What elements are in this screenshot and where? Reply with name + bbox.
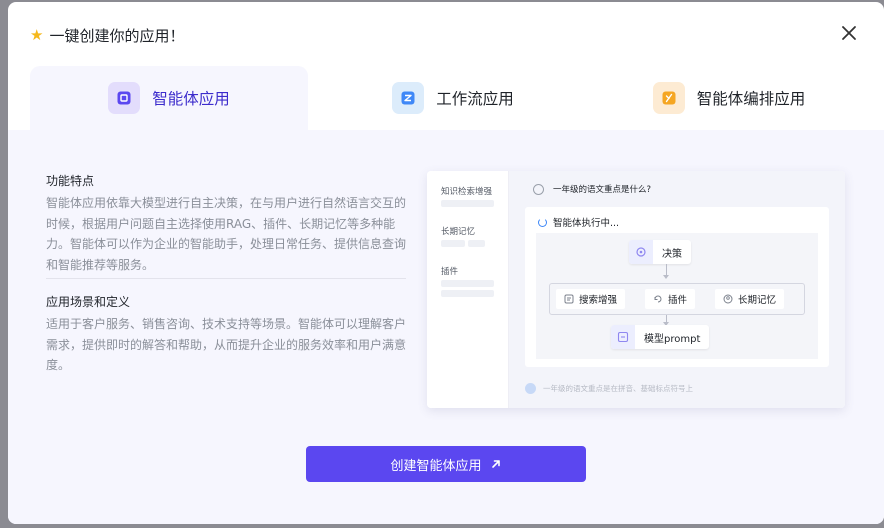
workflow-app-icon [392, 82, 425, 114]
tab-label: 智能体应用 [152, 90, 230, 108]
decision-node: 决策 [629, 240, 691, 264]
placeholder-bar [441, 290, 494, 297]
search-enhance-node: 搜索增强 [556, 289, 626, 309]
dialog-header: ★ 一键创建你的应用！ [30, 24, 184, 46]
preview-input-hint: 一年级的语文重点是在拼音、基础标点符号上 [525, 383, 693, 394]
features-description: 智能体应用依靠大模型进行自主决策，在与用户进行自然语言交互的时候，根据用户问题自… [46, 196, 407, 272]
close-icon [842, 26, 856, 40]
scenarios-description: 适用于客户服务、销售咨询、技术支持等场景。智能体可以理解客户需求，提供即时的解答… [46, 317, 407, 372]
preview-sidebar-label: 知识检索增强 [441, 187, 493, 197]
preview-user-question: 一年级的语文重点是什么? [533, 183, 651, 195]
preview-sidebar: 知识检索增强 长期记忆 插件 [427, 171, 509, 408]
preview-chat-area: 一年级的语文重点是什么? 智能体执行中... 决策 搜索增强 插件 长期记忆 模… [509, 171, 845, 408]
node-label: 模型prompt [644, 333, 701, 345]
model-icon [611, 325, 635, 349]
tab-label: 智能体编排应用 [696, 90, 806, 108]
question-text: 一年级的语文重点是什么? [553, 185, 652, 195]
features-title: 功能特点 [46, 174, 95, 188]
long-term-memory-node: 长期记忆 [715, 289, 785, 309]
node-label: 长期记忆 [738, 295, 777, 306]
section-divider [46, 278, 406, 279]
agent-orchestration-icon [652, 82, 685, 114]
tab-workflow-app[interactable]: 工作流应用 [320, 66, 586, 130]
capabilities-group: 搜索增强 插件 长期记忆 [549, 283, 805, 315]
preview-execution-card: 智能体执行中... 决策 搜索增强 插件 长期记忆 模型prompt [525, 207, 829, 367]
dialog-title: 一键创建你的应用！ [49, 26, 185, 45]
placeholder-bar [441, 200, 494, 207]
tab-agent-app[interactable]: 智能体应用 [30, 66, 308, 130]
create-button-label: 创建智能体应用 [390, 458, 482, 474]
create-app-dialog: ★ 一键创建你的应用！ 智能体应用 工作流应用 智能体编排应用 功能特点 智能体… [8, 2, 884, 524]
node-label: 搜索增强 [579, 295, 618, 306]
features-section: 功能特点 智能体应用依靠大模型进行自主决策，在与用户进行自然语言交互的时候，根据… [46, 172, 408, 275]
tab-label: 工作流应用 [436, 90, 514, 108]
app-type-tabs: 智能体应用 工作流应用 智能体编排应用 [8, 66, 884, 130]
plugin-node: 插件 [645, 289, 696, 309]
agent-app-icon [108, 82, 141, 114]
memory-icon [723, 294, 733, 304]
scenarios-section: 应用场景和定义 适用于客户服务、销售咨询、技术支持等场景。智能体可以理解客户需求… [46, 293, 408, 376]
close-button[interactable] [838, 22, 860, 44]
model-prompt-node: 模型prompt [611, 325, 710, 349]
node-label: 插件 [668, 295, 688, 306]
tab-agent-orchestration-app[interactable]: 智能体编排应用 [598, 66, 860, 130]
arrow-up-right-icon [491, 460, 500, 468]
scenarios-title: 应用场景和定义 [46, 295, 131, 309]
plugin-icon [654, 295, 662, 303]
loading-icon [538, 217, 547, 227]
preview-status: 智能体执行中... [538, 215, 619, 229]
placeholder-bar [441, 280, 494, 287]
assistant-avatar-icon [525, 383, 536, 394]
star-icon: ★ [30, 25, 44, 44]
agent-preview-illustration: 知识检索增强 长期记忆 插件 一年级的语文重点是什么? 智能体执行中... 决策… [427, 171, 845, 408]
preview-sidebar-label: 长期记忆 [441, 227, 476, 237]
user-icon [533, 183, 544, 195]
preview-flow-diagram: 决策 搜索增强 插件 长期记忆 模型prompt [536, 233, 818, 359]
decision-icon [629, 240, 653, 264]
placeholder-bar [441, 240, 465, 247]
search-icon [564, 294, 574, 304]
input-hint-text: 一年级的语文重点是在拼音、基础标点符号上 [543, 384, 693, 393]
node-label: 决策 [662, 248, 682, 260]
status-text: 智能体执行中... [553, 218, 620, 229]
placeholder-bar [468, 240, 485, 247]
arrow-down-icon [663, 275, 669, 279]
preview-sidebar-label: 插件 [441, 267, 459, 277]
create-agent-app-button[interactable]: 创建智能体应用 [306, 446, 586, 482]
